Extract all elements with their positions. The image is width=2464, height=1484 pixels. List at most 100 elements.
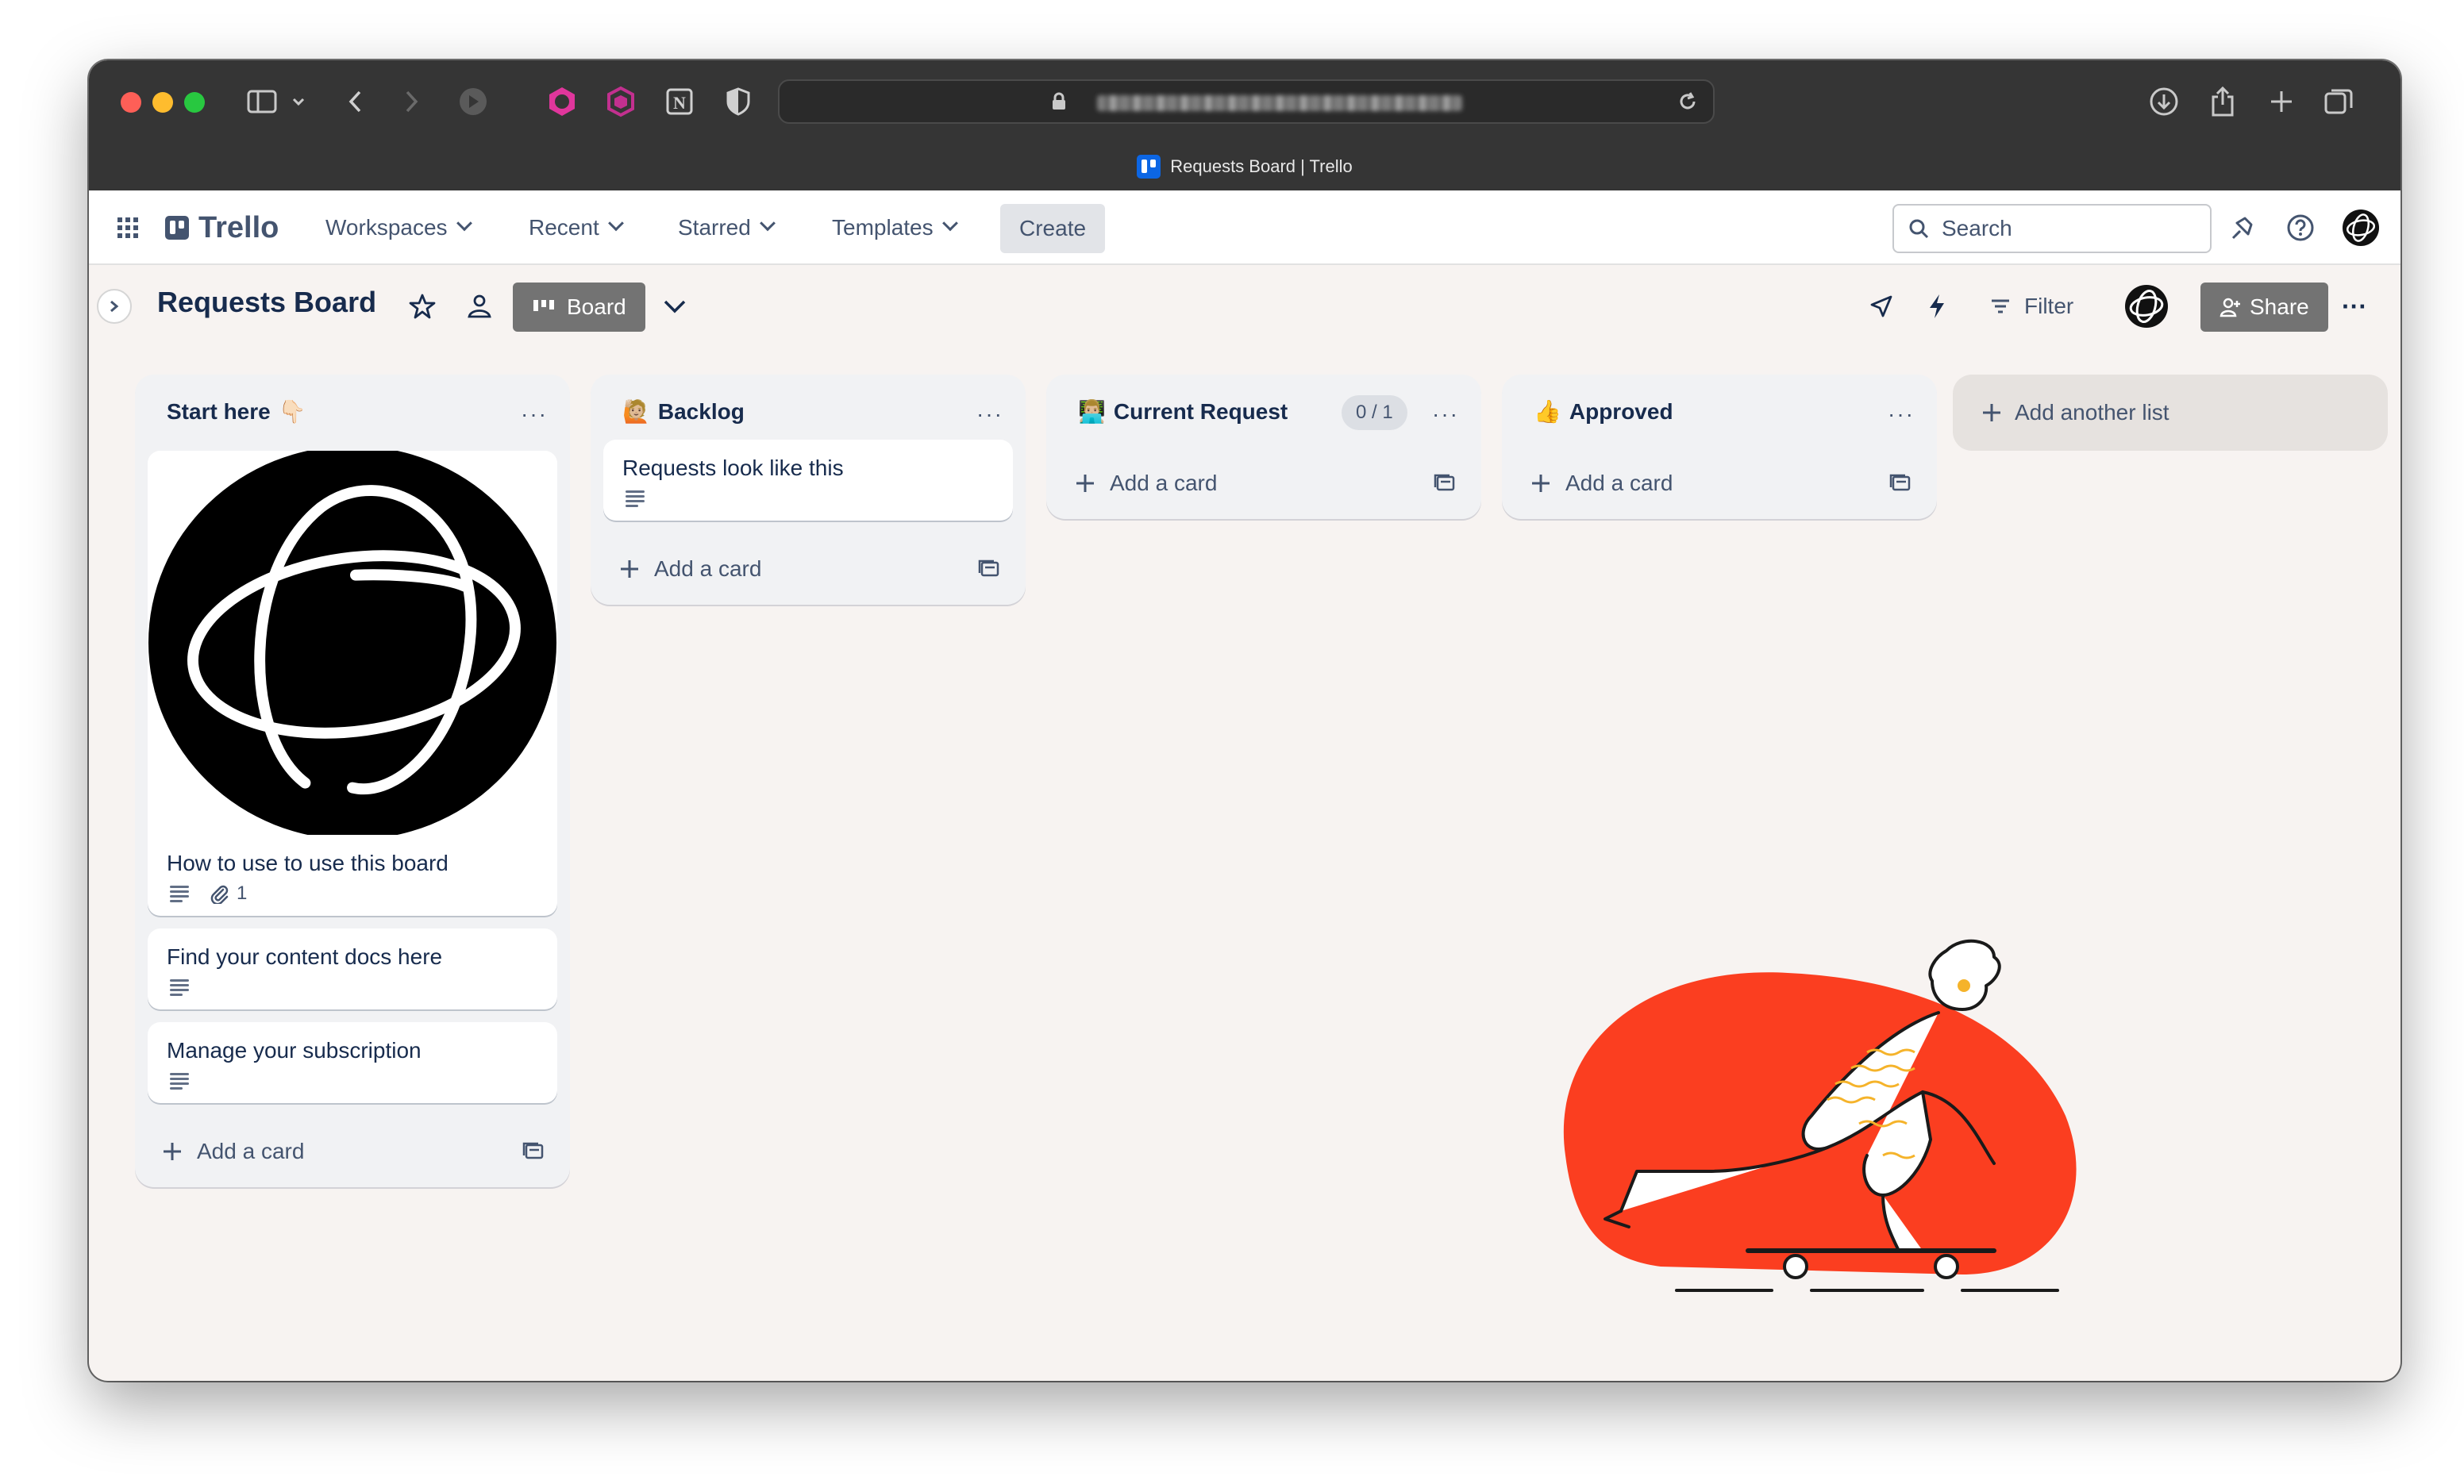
svg-text:N: N: [673, 93, 686, 113]
card-title: How to use to use this board: [167, 851, 449, 875]
extension-icon[interactable]: [603, 84, 638, 119]
card-title: Requests look like this: [622, 456, 844, 480]
reload-icon[interactable]: [1677, 90, 1699, 113]
card-template-icon[interactable]: [522, 1141, 545, 1162]
card-badges: [148, 970, 557, 1009]
trello-logo[interactable]: Trello: [165, 190, 279, 265]
chevron-down-icon[interactable]: [289, 84, 308, 119]
member-avatar[interactable]: [2123, 283, 2170, 330]
board-menu-icon[interactable]: ···: [2337, 289, 2372, 324]
list-menu-icon[interactable]: ···: [1432, 402, 1459, 427]
tabs-overview-icon[interactable]: [2321, 84, 2356, 119]
trello-favicon-icon: [1137, 155, 1161, 179]
notifications-icon[interactable]: [2229, 190, 2258, 265]
list-menu-icon[interactable]: ···: [1888, 402, 1915, 427]
zoom-window-button[interactable]: [184, 92, 205, 113]
list-title[interactable]: 🙋🏼 Backlog: [622, 398, 745, 425]
pointing-down-icon: 👇🏻: [278, 399, 306, 424]
search-input[interactable]: Search: [1892, 204, 2212, 253]
paperclip-icon: [210, 885, 229, 904]
list-menu-icon[interactable]: ···: [521, 402, 548, 427]
notion-icon[interactable]: N: [662, 84, 697, 119]
list-approved: 👍 Approved ··· Add a card: [1502, 375, 1937, 519]
new-tab-icon[interactable]: [2264, 84, 2299, 119]
card-requests-example[interactable]: Requests look like this: [603, 440, 1013, 521]
extension-icon[interactable]: [457, 84, 489, 119]
shield-icon[interactable]: [721, 84, 756, 119]
thumbs-up-icon: 👍: [1534, 399, 1561, 424]
filter-button[interactable]: Filter: [1991, 289, 2073, 324]
board-view-button[interactable]: Board: [513, 283, 645, 332]
browser-tab[interactable]: Requests Board | Trello: [89, 151, 2400, 183]
download-icon[interactable]: [2146, 84, 2181, 119]
share-button[interactable]: Share: [2200, 283, 2328, 332]
add-member-icon: [2220, 298, 2240, 317]
description-icon: [170, 979, 189, 996]
chevron-down-icon: [941, 215, 958, 232]
app-switcher-icon[interactable]: [116, 190, 140, 265]
app-header: Trello Workspaces Recent Starred Templat…: [89, 190, 2400, 265]
address-bar[interactable]: [778, 79, 1715, 124]
recent-menu[interactable]: Recent: [529, 190, 624, 265]
trello-logo-icon: [165, 216, 189, 240]
chevron-down-icon: [456, 215, 472, 232]
help-icon[interactable]: [2286, 190, 2315, 265]
sidebar-icon[interactable]: [244, 84, 279, 119]
share-icon[interactable]: [2205, 84, 2240, 119]
close-window-button[interactable]: [121, 92, 141, 113]
card-badges: [148, 1063, 557, 1103]
card-content-docs[interactable]: Find your content docs here: [148, 928, 557, 1009]
description-icon: [626, 490, 645, 507]
card-template-icon[interactable]: [978, 559, 1000, 579]
templates-menu[interactable]: Templates: [832, 190, 958, 265]
list-header: Start here 👇🏻 ···: [135, 375, 570, 451]
list-title[interactable]: 👍 Approved: [1534, 398, 1673, 425]
add-card-button[interactable]: Add a card: [591, 533, 1026, 605]
list-header: 👍 Approved ···: [1502, 375, 1937, 451]
card-template-icon[interactable]: [1434, 473, 1456, 494]
list-backlog: 🙋🏼 Backlog ··· Requests look like this Ad…: [591, 375, 1026, 605]
add-card-button[interactable]: Add a card: [1502, 448, 1937, 519]
plus-icon: [621, 560, 638, 578]
list-menu-icon[interactable]: ···: [976, 402, 1003, 427]
card-template-icon[interactable]: [1889, 473, 1912, 494]
card-badges: 1: [148, 876, 557, 916]
minimize-window-button[interactable]: [152, 92, 173, 113]
list-title[interactable]: Start here 👇🏻: [167, 398, 306, 425]
automation-icon[interactable]: [1919, 289, 1954, 324]
add-list-button[interactable]: Add another list: [1953, 375, 2388, 451]
star-icon[interactable]: [405, 289, 440, 324]
views-dropdown-icon[interactable]: [657, 289, 692, 324]
list-header: 👨🏼‍💻 Current Request 0 / 1 ···: [1046, 375, 1481, 451]
card-how-to-use[interactable]: How to use to use this board 1: [148, 451, 557, 916]
create-button[interactable]: Create: [1000, 204, 1106, 253]
workspaces-menu[interactable]: Workspaces: [325, 190, 472, 265]
list-title[interactable]: 👨🏼‍💻 Current Request: [1078, 398, 1288, 425]
technologist-icon: 👨🏼‍💻: [1078, 399, 1106, 424]
card-cover-logo: [148, 451, 557, 835]
starred-menu[interactable]: Starred: [678, 190, 776, 265]
plus-icon: [1983, 404, 2000, 421]
attachments-badge: 1: [210, 882, 247, 905]
filter-icon: [1992, 299, 2009, 313]
board-title[interactable]: Requests Board: [157, 286, 376, 319]
card-title: Manage your subscription: [167, 1038, 422, 1063]
back-icon[interactable]: [343, 84, 367, 119]
plus-icon: [1532, 475, 1550, 492]
add-card-button[interactable]: Add a card: [135, 1116, 570, 1187]
extension-icon[interactable]: [545, 84, 579, 119]
card-badges: [603, 481, 1013, 521]
description-icon: [170, 1073, 189, 1090]
visibility-icon[interactable]: [462, 289, 497, 324]
search-icon: [1909, 219, 1929, 239]
expand-sidebar-button[interactable]: [97, 289, 132, 324]
add-card-button[interactable]: Add a card: [1046, 448, 1481, 519]
chevron-down-icon: [607, 215, 624, 232]
list-current-request: 👨🏼‍💻 Current Request 0 / 1 ··· Add a card: [1046, 375, 1481, 519]
card-subscription[interactable]: Manage your subscription: [148, 1022, 557, 1103]
url-text: [1097, 95, 1462, 111]
power-ups-icon[interactable]: [1864, 289, 1899, 324]
list-limit-badge: 0 / 1: [1342, 395, 1407, 430]
forward-icon[interactable]: [400, 84, 424, 119]
account-avatar[interactable]: [2342, 190, 2380, 265]
